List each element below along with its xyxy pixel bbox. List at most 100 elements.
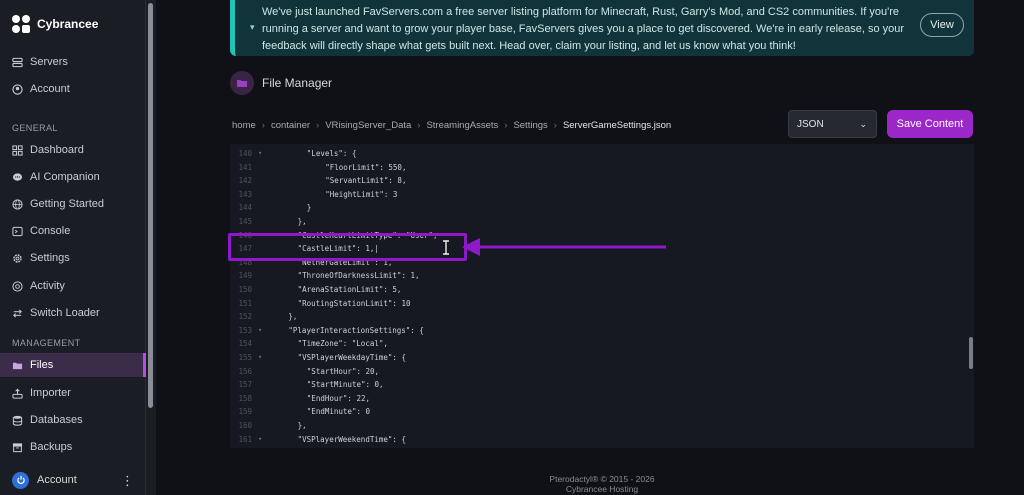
- sidebar-scrollbar-thumb[interactable]: [148, 3, 153, 408]
- code-text: "Levels": {: [306, 149, 357, 158]
- code-text: "EndHour": 22,: [306, 393, 371, 403]
- line-number: 158: [238, 393, 252, 403]
- fold-toggle-icon[interactable]: ▾: [258, 324, 262, 338]
- code-line[interactable]: 156 "StartHour": 20,: [230, 365, 974, 379]
- code-line[interactable]: 143 "HeightLimit": 3: [230, 188, 974, 202]
- sidebar-item-ai-companion[interactable]: AI Companion: [12, 167, 142, 187]
- annotation-highlight-box: [228, 233, 467, 261]
- account-menu[interactable]: Account ⋮: [12, 470, 134, 490]
- sidebar-item-switch-loader[interactable]: Switch Loader: [12, 303, 142, 323]
- code-line[interactable]: 142 "ServantLimit": 8,: [230, 174, 974, 188]
- fold-toggle-icon[interactable]: ▾: [258, 433, 262, 447]
- section-label-management: MANAGEMENT: [12, 338, 81, 348]
- line-number: 156: [238, 366, 252, 376]
- globe-icon: [12, 198, 23, 210]
- archive-icon: [12, 442, 23, 452]
- breadcrumb-separator: ›: [261, 119, 265, 131]
- sidebar-item-servers[interactable]: Servers: [12, 52, 142, 72]
- code-text: "RoutingStationLimit": 10: [297, 298, 411, 308]
- chevron-down-icon[interactable]: ▾: [250, 22, 255, 33]
- breadcrumb-separator: ›: [553, 119, 557, 131]
- line-number: 143: [238, 189, 252, 199]
- footer-copyright[interactable]: Pterodactyl® © 2015 - 2026: [230, 474, 974, 484]
- code-line[interactable]: 151 "RoutingStationLimit": 10: [230, 297, 974, 311]
- folder-icon: [12, 362, 23, 369]
- code-line[interactable]: 152},: [230, 310, 974, 324]
- code-line[interactable]: 144}: [230, 201, 974, 215]
- fold-toggle-icon[interactable]: ▾: [258, 351, 262, 365]
- sidebar-item-settings[interactable]: Settings: [12, 248, 142, 268]
- brand[interactable]: Cybrancee: [12, 13, 98, 35]
- code-line[interactable]: 158 "EndHour": 22,: [230, 392, 974, 406]
- account-name: Account: [37, 474, 77, 486]
- code-text: "ArenaStationLimit": 5,: [297, 285, 402, 294]
- more-vertical-icon[interactable]: ⋮: [121, 474, 134, 487]
- sidebar-item-activity[interactable]: Activity: [12, 276, 142, 296]
- code-text: "VSPlayerWeekendTime": {: [297, 434, 406, 444]
- editor-scrollbar-thumb[interactable]: [969, 337, 973, 369]
- code-text: }: [306, 203, 312, 213]
- code-line[interactable]: 150 "ArenaStationLimit": 5,: [230, 283, 974, 297]
- code-text: "StartMinute": 0,: [306, 380, 384, 390]
- dashboard-icon: [12, 144, 23, 156]
- code-text: "TimeZone": "Local",: [297, 339, 388, 349]
- code-line[interactable]: 141 "FloorLimit": 550,: [230, 161, 974, 175]
- code-line[interactable]: 140 ▾ "Levels": {: [230, 147, 974, 161]
- code-line[interactable]: 149 "ThroneOfDarknessLimit": 1,: [230, 269, 974, 283]
- code-line[interactable]: 145},: [230, 215, 974, 229]
- save-content-button[interactable]: Save Content: [887, 110, 973, 138]
- code-text: "FloorLimit": 550,: [325, 162, 407, 172]
- chat-icon: [12, 172, 23, 181]
- sidebar-item-label: Dashboard: [30, 144, 84, 156]
- account-circle-icon: [12, 83, 23, 95]
- line-number: 154: [238, 339, 252, 349]
- line-number: 153: [238, 325, 252, 335]
- sidebar-item-dashboard[interactable]: Dashboard: [12, 140, 142, 160]
- code-editor[interactable]: 140 ▾ "Levels": {141 "FloorLimit": 550, 142 "…: [230, 144, 974, 448]
- code-line[interactable]: 155 ▾ "VSPlayerWeekdayTime": {: [230, 351, 974, 365]
- line-number: 145: [238, 217, 252, 226]
- sidebar-scrollbar[interactable]: [146, 0, 156, 495]
- format-select[interactable]: JSON ⌄: [788, 110, 877, 138]
- sidebar-item-account[interactable]: Account: [12, 79, 142, 99]
- sidebar-item-getting-started[interactable]: Getting Started: [12, 194, 142, 214]
- page-title: File Manager: [262, 76, 333, 90]
- breadcrumb-separator: ›: [417, 119, 421, 131]
- sidebar-item-label: Servers: [30, 56, 68, 68]
- code-line[interactable]: 159 "EndMinute": 0: [230, 405, 974, 419]
- sidebar-item-label: Settings: [30, 252, 70, 264]
- breadcrumb-separator: ›: [504, 119, 508, 131]
- code-text: "StartHour": 20,: [306, 366, 380, 376]
- cybrancee-logo-icon: [12, 14, 31, 34]
- code-line[interactable]: 157 "StartMinute": 0,: [230, 378, 974, 392]
- code-line[interactable]: 154 "TimeZone": "Local",: [230, 337, 974, 351]
- code-line[interactable]: 160},: [230, 419, 974, 433]
- sidebar-item-importer[interactable]: Importer: [12, 383, 142, 403]
- breadcrumb-item[interactable]: Settings: [513, 120, 547, 131]
- terminal-icon: [12, 226, 23, 236]
- code-line[interactable]: 161 ▾ "VSPlayerWeekendTime": {: [230, 433, 974, 447]
- line-number: 161: [238, 434, 252, 444]
- view-button[interactable]: View: [920, 13, 964, 37]
- sidebar-item-files[interactable]: Files: [0, 353, 146, 377]
- line-number: 141: [238, 162, 252, 172]
- code-line[interactable]: 153 ▾ "PlayerInteractionSettings": {: [230, 324, 974, 338]
- line-number: 159: [238, 407, 252, 417]
- breadcrumb-item[interactable]: container: [271, 120, 310, 131]
- breadcrumb-item[interactable]: StreamingAssets: [426, 120, 498, 131]
- fold-toggle-icon[interactable]: ▾: [258, 147, 262, 161]
- line-number: 140: [238, 149, 252, 158]
- sidebar-item-backups[interactable]: Backups: [12, 437, 142, 457]
- breadcrumb-item[interactable]: home: [232, 120, 256, 131]
- footer-hosting: Cybrancee Hosting: [565, 484, 639, 494]
- upload-icon: [12, 388, 23, 399]
- line-number: 142: [238, 176, 252, 186]
- sidebar-item-label: Databases: [30, 414, 83, 426]
- breadcrumb-current: ServerGameSettings.json: [562, 119, 672, 131]
- server-icon: [12, 57, 23, 67]
- annotation-arrow-icon: [462, 238, 666, 256]
- sidebar-item-databases[interactable]: Databases: [12, 410, 142, 430]
- format-select-value: JSON: [797, 118, 824, 130]
- breadcrumb-item[interactable]: VRisingServer_Data: [325, 120, 411, 131]
- sidebar-item-console[interactable]: Console: [12, 221, 142, 241]
